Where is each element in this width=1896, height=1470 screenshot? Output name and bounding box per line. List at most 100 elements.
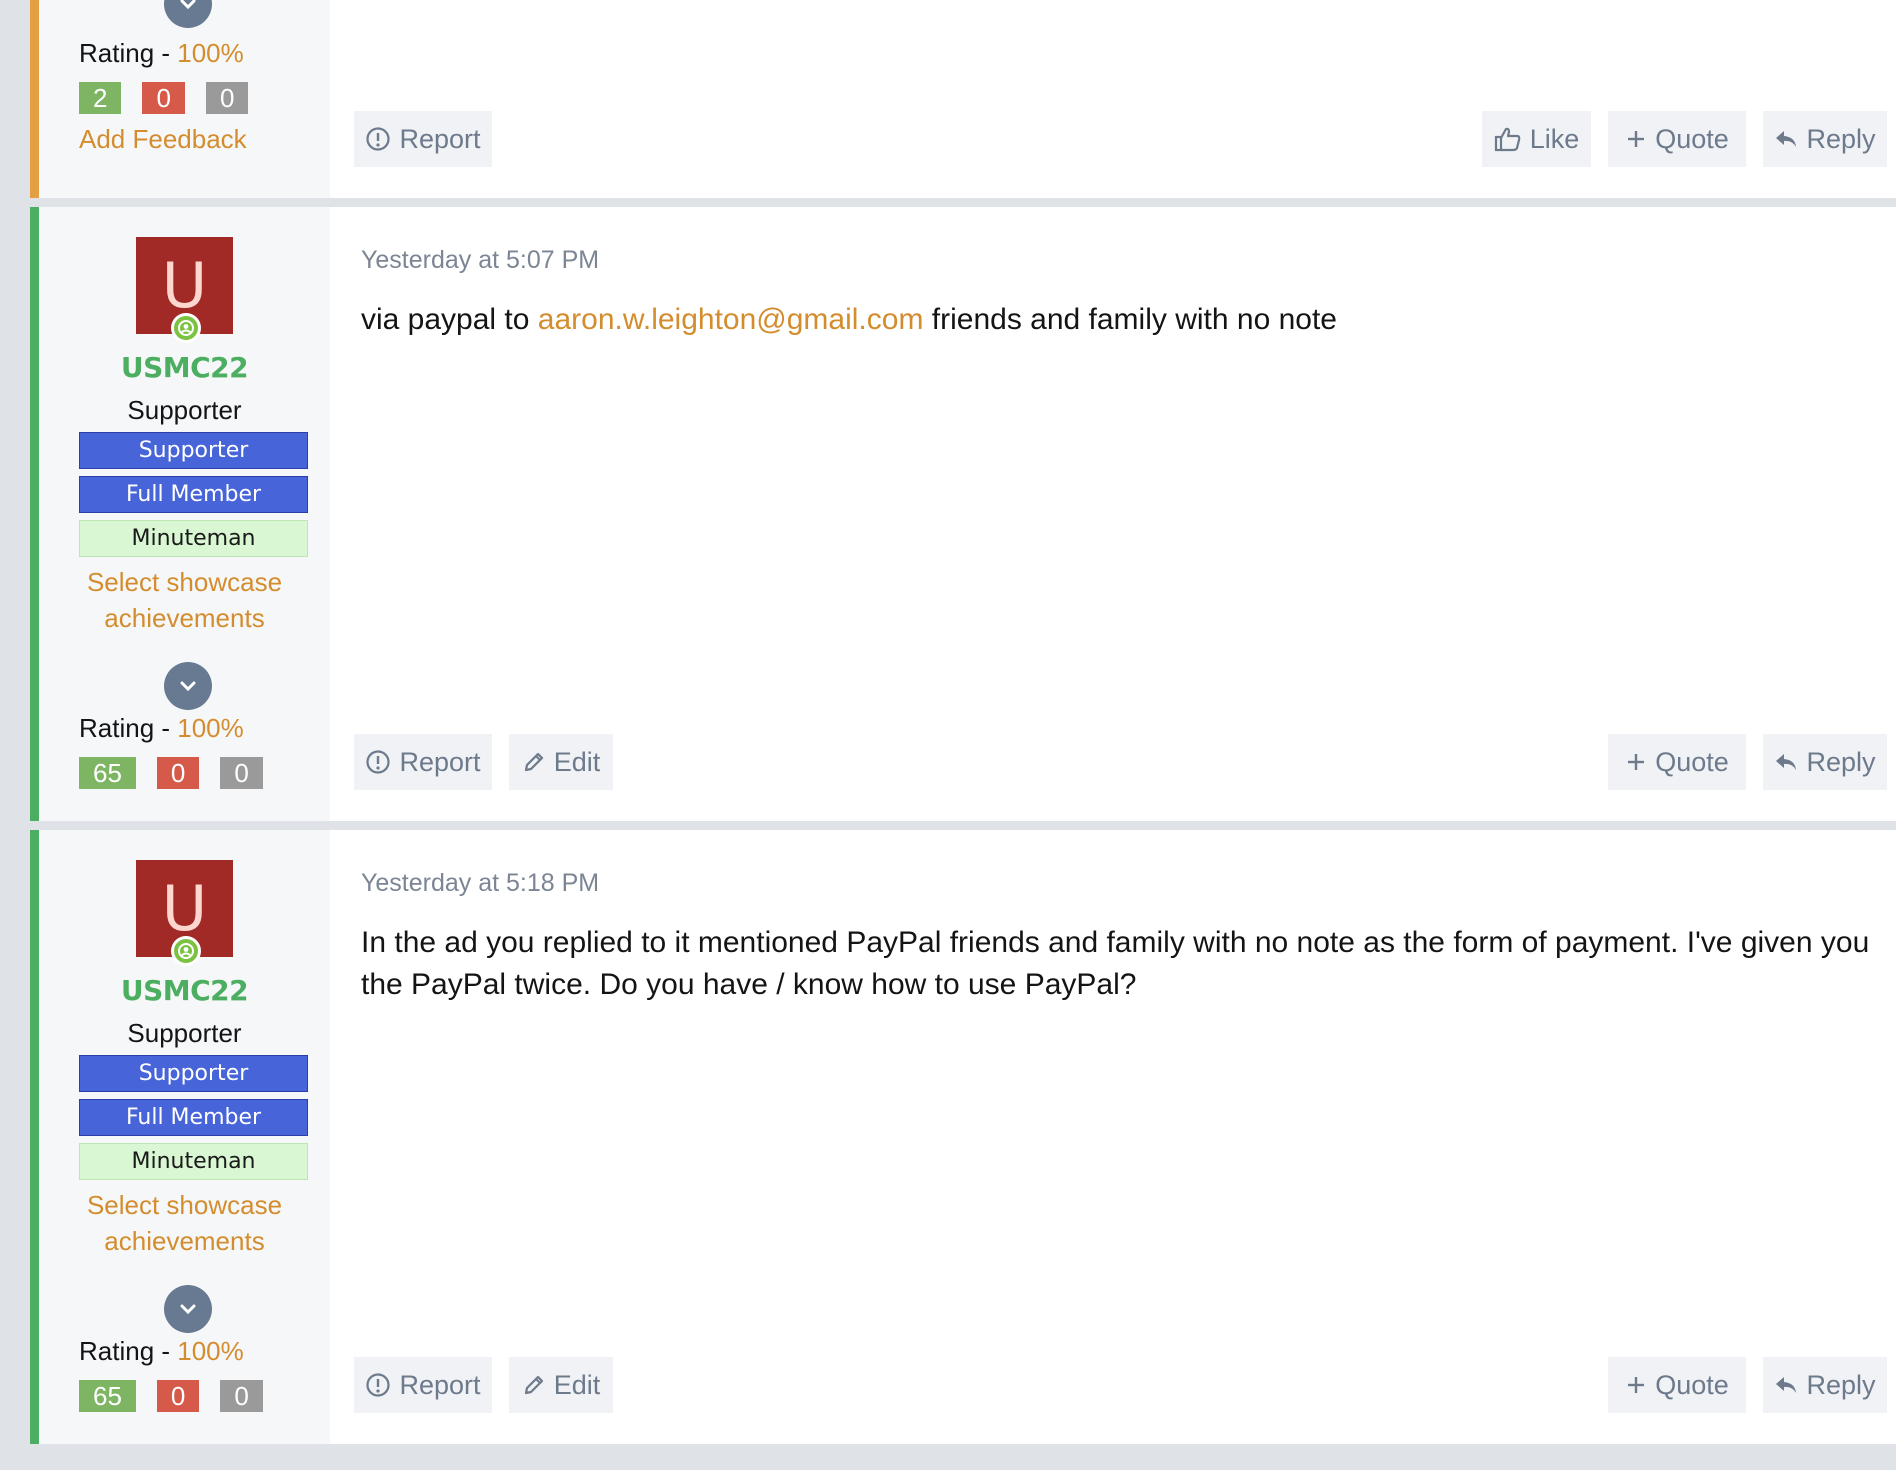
report-label: Report (399, 123, 481, 154)
plus-icon (1628, 754, 1645, 770)
reply-label: Reply (1806, 1369, 1876, 1400)
online-user-icon (178, 943, 194, 959)
chevron-down-icon (180, 0, 196, 10)
banner-full-member: Full Member (79, 476, 308, 513)
report-icon (366, 127, 391, 151)
edit-button[interactable]: Edit (509, 1357, 613, 1413)
banner-supporter: Supporter (79, 1055, 308, 1092)
thread: Rating - 100% 2 0 0 Add Feedback Report … (30, 0, 1896, 1444)
showcase-line-1: Select showcase (86, 567, 283, 597)
neutral-count[interactable]: 0 (205, 82, 249, 114)
report-button[interactable]: Report (354, 1357, 492, 1413)
positive-count[interactable]: 65 (79, 757, 136, 789)
feedback-counts: 65 0 0 (79, 757, 263, 789)
reply-label: Reply (1806, 123, 1876, 154)
online-user-icon (178, 320, 194, 336)
positive-count[interactable]: 2 (79, 82, 122, 114)
quote-label: Quote (1655, 1369, 1729, 1400)
rating-percent: 100% (177, 713, 244, 743)
post-timestamp[interactable]: Yesterday at 5:07 PM (361, 246, 599, 275)
positive-count[interactable]: 65 (79, 1380, 136, 1412)
post-body: In the ad you replied to it mentioned Pa… (361, 926, 1870, 1001)
reply-label: Reply (1806, 746, 1876, 777)
negative-count[interactable]: 0 (142, 82, 185, 114)
banner-minuteman: Minuteman (79, 520, 308, 557)
edit-button[interactable]: Edit (509, 734, 613, 790)
rating: Rating - 100% (79, 1336, 244, 1367)
like-icon (1494, 127, 1521, 152)
body-text-pre: via paypal to (361, 303, 538, 336)
post-main: Yesterday at 5:07 PM via paypal to aaron… (330, 207, 1896, 821)
reply-button[interactable]: Reply (1763, 111, 1887, 167)
banner-supporter: Supporter (79, 432, 308, 469)
chevron-down-icon (180, 681, 196, 692)
banner-full-member: Full Member (79, 1099, 308, 1136)
report-label: Report (399, 746, 481, 777)
negative-count[interactable]: 0 (156, 757, 200, 789)
user-cell: U USMC22 Supporter Supporter Full Member… (39, 207, 330, 821)
quote-label: Quote (1655, 746, 1729, 777)
body-text-post: friends and family with no note (923, 303, 1337, 336)
showcase-line-1: Select showcase (86, 1190, 283, 1220)
feedback-counts: 2 0 0 (79, 82, 249, 114)
reply-button[interactable]: Reply (1763, 734, 1887, 790)
post: U USMC22 Supporter Supporter Full Member… (30, 830, 1896, 1444)
rating-label: Rating - (79, 38, 178, 68)
report-button[interactable]: Report (354, 111, 492, 167)
user-cell: Rating - 100% 2 0 0 Add Feedback (39, 0, 330, 198)
quote-label: Quote (1655, 123, 1729, 154)
user-title: Supporter (127, 1018, 242, 1048)
edit-label: Edit (553, 1369, 601, 1400)
like-label: Like (1529, 123, 1580, 154)
edit-icon (524, 1375, 543, 1395)
quote-button[interactable]: Quote (1608, 734, 1746, 790)
username[interactable]: USMC22 (39, 351, 330, 384)
reply-icon (1776, 1377, 1797, 1393)
showcase-line-2: achievements (104, 603, 265, 633)
edit-label: Edit (553, 746, 601, 777)
report-button[interactable]: Report (354, 734, 492, 790)
post-timestamp[interactable]: Yesterday at 5:18 PM (361, 869, 599, 898)
user-cell: U USMC22 Supporter Supporter Full Member… (39, 830, 330, 1444)
select-showcase-link[interactable]: Select showcase achievements (39, 564, 330, 636)
rating: Rating - 100% (79, 38, 244, 69)
negative-count[interactable]: 0 (156, 1380, 200, 1412)
plus-icon (1628, 1377, 1645, 1393)
edit-icon (524, 752, 543, 772)
reply-icon (1776, 754, 1797, 770)
banner-minuteman: Minuteman (79, 1143, 308, 1180)
expand-user-button[interactable] (164, 1285, 212, 1333)
report-label: Report (399, 1369, 481, 1400)
rating-label: Rating - (79, 1336, 178, 1366)
plus-icon (1628, 131, 1645, 147)
online-status-badge (171, 936, 201, 966)
post-body: via paypal to aaron.w.leighton@gmail.com… (361, 299, 1874, 341)
post-main: Report Like Quote Reply (330, 0, 1896, 198)
rating: Rating - 100% (79, 713, 244, 744)
user-title: Supporter (127, 395, 242, 425)
rating-label: Rating - (79, 713, 178, 743)
feedback-counts: 65 0 0 (79, 1380, 263, 1412)
like-button[interactable]: Like (1482, 111, 1591, 167)
rating-percent: 100% (177, 1336, 244, 1366)
quote-button[interactable]: Quote (1608, 1357, 1746, 1413)
quote-button[interactable]: Quote (1608, 111, 1746, 167)
email-link[interactable]: aaron.w.leighton@gmail.com (538, 303, 924, 336)
neutral-count[interactable]: 0 (220, 1380, 263, 1412)
post: U USMC22 Supporter Supporter Full Member… (30, 207, 1896, 821)
post-main: Yesterday at 5:18 PM In the ad you repli… (330, 830, 1896, 1444)
report-icon (366, 1373, 391, 1397)
reply-button[interactable]: Reply (1763, 1357, 1887, 1413)
neutral-count[interactable]: 0 (220, 757, 263, 789)
online-status-badge (171, 313, 201, 343)
expand-user-button[interactable] (164, 0, 212, 28)
report-icon (366, 750, 391, 774)
username[interactable]: USMC22 (39, 974, 330, 1007)
chevron-down-icon (180, 1304, 196, 1315)
expand-user-button[interactable] (164, 662, 212, 710)
rating-percent: 100% (177, 38, 244, 68)
showcase-line-2: achievements (104, 1226, 265, 1256)
add-feedback-link[interactable]: Add Feedback (79, 124, 247, 155)
reply-icon (1776, 131, 1797, 147)
select-showcase-link[interactable]: Select showcase achievements (39, 1187, 330, 1259)
